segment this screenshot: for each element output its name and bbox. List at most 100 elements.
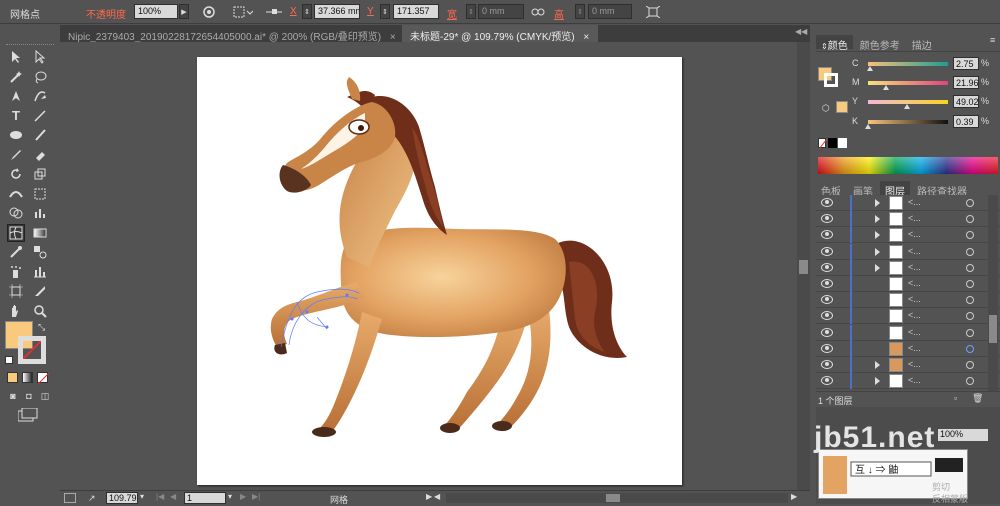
draw-behind-icon[interactable]: ◘ bbox=[23, 390, 35, 402]
canvas-vertical-scrollbar[interactable] bbox=[797, 42, 810, 490]
artboard[interactable] bbox=[197, 57, 682, 485]
expand-triangle-icon[interactable] bbox=[875, 231, 880, 240]
free-transform-tool-icon[interactable] bbox=[31, 185, 49, 203]
layer-name[interactable]: <... bbox=[908, 229, 921, 239]
layer-name[interactable]: <... bbox=[908, 343, 921, 353]
expand-triangle-icon[interactable] bbox=[875, 199, 880, 207]
tab-pathfinder[interactable]: 路径查找器 bbox=[912, 181, 972, 198]
color-spectrum[interactable] bbox=[818, 157, 998, 174]
y-label[interactable]: Y bbox=[367, 6, 374, 17]
layer-name[interactable]: <... bbox=[908, 278, 921, 288]
layer-row[interactable]: <... bbox=[816, 340, 1000, 357]
scale-tool-icon[interactable] bbox=[31, 165, 49, 183]
visibility-eye-icon[interactable] bbox=[821, 311, 833, 321]
y-field[interactable]: 171.357 bbox=[393, 4, 439, 19]
layer-name[interactable]: <... bbox=[908, 213, 921, 223]
swap-fill-stroke-icon[interactable]: ⤡ bbox=[38, 322, 45, 333]
zoom-dropdown-icon[interactable]: ▾ bbox=[140, 492, 144, 501]
target-circle-icon[interactable] bbox=[966, 199, 974, 207]
visibility-eye-icon[interactable] bbox=[821, 214, 833, 224]
white-swatch[interactable] bbox=[838, 138, 847, 148]
export-icon[interactable]: ↗ bbox=[88, 493, 96, 504]
slider-knob[interactable] bbox=[904, 104, 911, 109]
opacity-field[interactable]: 100% bbox=[134, 4, 178, 19]
y-stepper-icon[interactable]: ⇕ bbox=[380, 4, 390, 19]
delete-layer-icon[interactable]: 🗑 bbox=[972, 393, 983, 404]
layer-name[interactable]: <... bbox=[908, 359, 921, 369]
target-circle-icon[interactable] bbox=[966, 231, 974, 240]
tab-layers[interactable]: 图层 bbox=[880, 181, 910, 198]
layer-name[interactable]: <... bbox=[908, 310, 921, 320]
canvas-horizontal-scrollbar[interactable] bbox=[446, 493, 788, 503]
hscroll-thumb[interactable] bbox=[606, 494, 620, 502]
tab-color-guide[interactable]: 颜色参考 bbox=[855, 35, 905, 52]
ellipse-tool-icon[interactable] bbox=[7, 126, 25, 144]
draw-inside-icon[interactable]: ◫ bbox=[39, 390, 51, 402]
x-label[interactable]: X bbox=[290, 6, 297, 17]
paintbrush-tool-icon[interactable] bbox=[31, 126, 49, 144]
layer-row[interactable]: <... bbox=[816, 308, 1000, 325]
layer-name[interactable]: <... bbox=[908, 246, 921, 256]
expand-triangle-icon[interactable] bbox=[875, 263, 880, 272]
color-mode-icon[interactable] bbox=[7, 372, 18, 383]
expand-triangle-icon[interactable] bbox=[875, 247, 880, 256]
artboard-number-field[interactable]: 1 bbox=[184, 492, 226, 504]
artboard-dropdown-icon[interactable]: ▾ bbox=[228, 492, 232, 501]
toolbox-grip[interactable] bbox=[6, 44, 54, 46]
target-circle-icon[interactable] bbox=[966, 247, 974, 256]
chart-tool-icon[interactable] bbox=[31, 204, 49, 222]
selection-tool-icon[interactable] bbox=[7, 48, 25, 66]
visibility-eye-icon[interactable] bbox=[821, 262, 833, 272]
prev-artboard-icon[interactable]: ◀ bbox=[170, 492, 176, 501]
eraser-tool-icon[interactable] bbox=[31, 146, 49, 164]
shape-builder-tool-icon[interactable] bbox=[7, 204, 25, 222]
slider-value-field[interactable]: 21.96 bbox=[953, 76, 979, 89]
invert-mask-menu-item[interactable]: 反相蒙版 bbox=[932, 492, 968, 505]
target-circle-icon[interactable] bbox=[966, 377, 974, 386]
magic-wand-tool-icon[interactable] bbox=[7, 68, 25, 86]
scrollbar-thumb[interactable] bbox=[799, 260, 808, 274]
layer-row[interactable]: <... bbox=[816, 227, 1000, 244]
width-tool-icon[interactable] bbox=[7, 185, 25, 203]
artboard-tool-icon[interactable] bbox=[7, 282, 25, 300]
blend-tool-icon[interactable] bbox=[31, 243, 49, 261]
height-field[interactable]: 0 mm bbox=[588, 4, 632, 19]
layer-row[interactable]: <... bbox=[816, 324, 1000, 341]
color-stroke-swatch[interactable] bbox=[824, 73, 838, 87]
last-artboard-icon[interactable]: ▶| bbox=[252, 492, 260, 501]
x-field[interactable]: 37.366 mm bbox=[314, 4, 360, 19]
height-stepper-icon[interactable]: ⇕ bbox=[575, 4, 585, 19]
slider-k[interactable]: K 0.39% bbox=[852, 115, 997, 129]
recolor-icon[interactable] bbox=[202, 4, 216, 19]
pen-tool-icon[interactable] bbox=[7, 87, 25, 105]
tab-nipic-document[interactable]: Nipic_2379403_20190228172654405000.ai* @… bbox=[60, 25, 400, 43]
slider-knob[interactable] bbox=[867, 66, 874, 71]
next-artboard-icon[interactable]: ▶ bbox=[240, 492, 246, 501]
mesh-tool-icon[interactable] bbox=[7, 223, 25, 242]
lasso-tool-icon[interactable] bbox=[31, 68, 49, 86]
hand-tool-icon[interactable] bbox=[7, 302, 25, 320]
expand-triangle-icon[interactable] bbox=[875, 215, 880, 224]
layer-row[interactable]: <... bbox=[816, 292, 1000, 309]
pencil-tool-icon[interactable] bbox=[7, 146, 25, 164]
tab-color[interactable]: ⇕颜色 bbox=[816, 35, 853, 52]
panel-menu-icon[interactable]: ≡ bbox=[990, 35, 995, 45]
opacity-dropdown-icon[interactable]: ▶ bbox=[179, 4, 189, 19]
height-label[interactable]: 高 bbox=[554, 6, 564, 21]
visibility-eye-icon[interactable] bbox=[821, 376, 833, 386]
stroke-swatch[interactable] bbox=[18, 336, 46, 364]
symbol-sprayer-tool-icon[interactable] bbox=[7, 263, 25, 281]
layers-scroll-thumb[interactable] bbox=[989, 315, 997, 343]
gradient-tool-icon[interactable] bbox=[31, 224, 49, 242]
layer-name[interactable]: <... bbox=[908, 294, 921, 304]
layer-row[interactable]: <... bbox=[816, 243, 1000, 260]
width-field[interactable]: 0 mm bbox=[478, 4, 524, 19]
horse-illustration[interactable] bbox=[197, 57, 682, 485]
layer-row[interactable]: <... bbox=[816, 259, 1000, 276]
status-menu-icon[interactable]: ▶ bbox=[426, 492, 432, 501]
draw-normal-icon[interactable]: ◙ bbox=[7, 390, 19, 402]
tab-brushes[interactable]: 画笔 bbox=[848, 181, 878, 198]
target-circle-icon[interactable] bbox=[966, 263, 974, 272]
slider-value-field[interactable]: 2.75 bbox=[953, 57, 979, 70]
hscroll-left-icon[interactable]: ◀ bbox=[434, 492, 440, 501]
